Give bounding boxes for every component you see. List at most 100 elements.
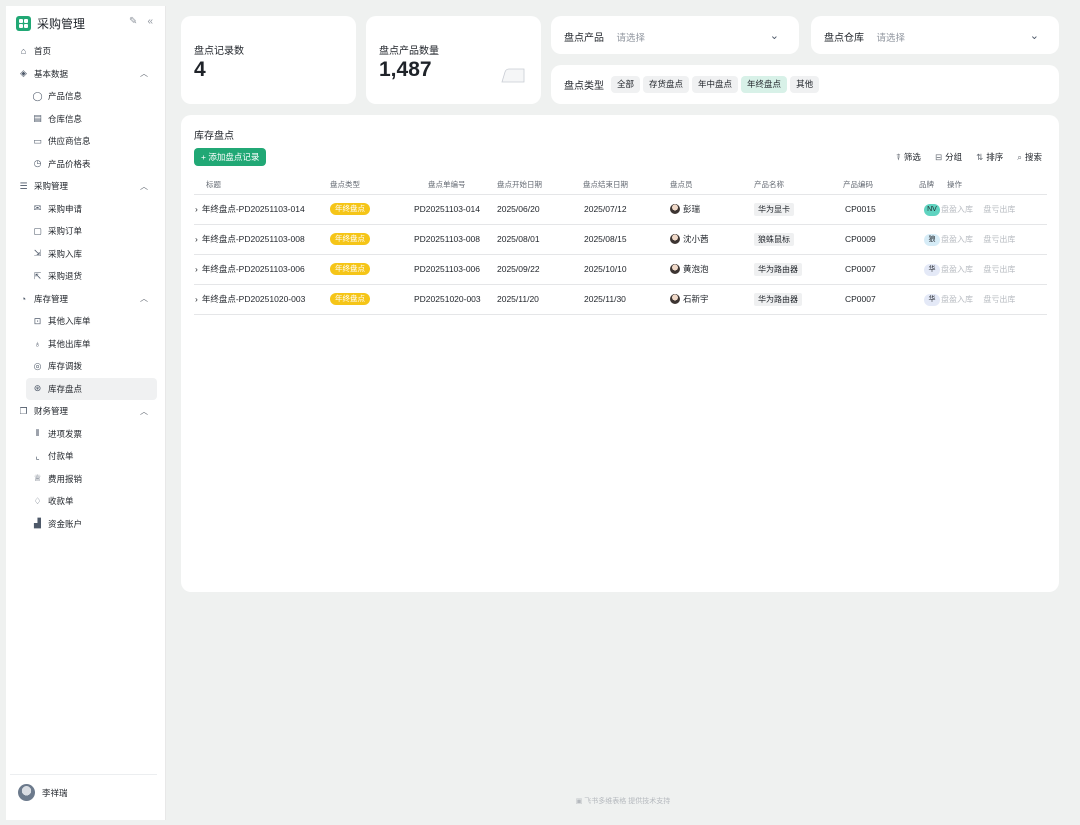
sidebar-group-purchasing[interactable]: ☰ 采购管理 ︿ (6, 175, 166, 198)
column-header[interactable]: 标题 (194, 176, 330, 195)
sidebar-group-basic-data[interactable]: ◈ 基本数据 ︿ (6, 63, 166, 86)
filter-button[interactable]: ⍒ 筛选 (896, 151, 921, 163)
current-user[interactable]: 李祥瑞 (10, 774, 157, 810)
sidebar-item-price-list[interactable]: ◷ 产品价格表 (6, 153, 166, 176)
sidebar-item-suppliers[interactable]: ▭ 供应商信息 (6, 130, 166, 153)
expand-chevron-icon[interactable]: › (195, 204, 198, 214)
column-header[interactable]: 盘点类型 (330, 176, 404, 195)
sidebar-item-input-invoice[interactable]: ⦀ 进项发票 (6, 423, 166, 446)
filter-warehouse[interactable]: 盘点仓库 请选择 ⌄ (811, 16, 1059, 54)
row-end: 2025/11/30 (584, 294, 626, 304)
row-code: PD20251020-003 (414, 294, 481, 304)
stock-out-button[interactable]: 盘亏出库 (983, 295, 1015, 304)
filter-type-row: 盘点类型 全部 存货盘点 年中盘点 年终盘点 其他 (564, 76, 822, 93)
edit-icon[interactable]: ✎ (129, 16, 137, 27)
column-header[interactable]: 产品编码 (841, 176, 919, 195)
stock-out-button[interactable]: 盘亏出库 (983, 235, 1015, 244)
cell-title[interactable]: › 年终盘点-PD20251020-003 (194, 284, 330, 315)
column-header[interactable]: 品牌 (919, 176, 941, 195)
sort-icon: ⇅ (976, 152, 984, 162)
sidebar-item-receipt[interactable]: ♢ 收款单 (6, 490, 166, 513)
collapse-sidebar-icon[interactable]: « (147, 16, 153, 27)
column-header[interactable]: 产品名称 (754, 176, 841, 195)
panel-title: 库存盘点 (194, 131, 234, 142)
column-header[interactable]: 盘点单编号 (404, 176, 495, 195)
cell-code: PD20251020-003 (404, 284, 495, 315)
sidebar-tools: ✎ « (129, 16, 153, 27)
sidebar-item-fund-account[interactable]: ▟ 资金账户 (6, 513, 166, 536)
group-button[interactable]: ⊟ 分组 (935, 151, 962, 163)
table-row[interactable]: › 年终盘点-PD20251103-008 年终盘点 PD20251103-008… (194, 224, 1047, 255)
sidebar-item-purchase-order[interactable]: ▢ 采购订单 (6, 220, 166, 243)
barcode-icon: ⦀ (35, 428, 40, 439)
stock-in-button[interactable]: 盘盈入库 (941, 295, 973, 304)
layers-icon: ◈ (20, 68, 27, 79)
footer-text: 飞书多维表格 提供技术支持 (584, 798, 671, 805)
sidebar-item-label: 采购申请 (48, 203, 83, 214)
chevron-down-icon[interactable]: ⌄ (1030, 29, 1039, 42)
type-chip-all[interactable]: 全部 (611, 76, 641, 93)
sidebar-item-purchase-request[interactable]: ✉ 采购申请 (6, 198, 166, 221)
row-end: 2025/07/12 (584, 204, 627, 214)
cell-title[interactable]: › 年终盘点-PD20251103-008 (194, 224, 330, 255)
sidebar-item-payment[interactable]: ⌞ 付款单 (6, 445, 166, 468)
expand-chevron-icon[interactable]: › (195, 294, 198, 304)
type-chip-stock[interactable]: 存货盘点 (643, 76, 690, 93)
cell-code: PD20251103-006 (404, 254, 495, 285)
sidebar-item-other-outbound[interactable]: ♁ 其他出库单 (6, 333, 166, 356)
type-chip-other[interactable]: 其他 (790, 76, 820, 93)
cell-product-code: CP0007 (841, 284, 919, 315)
row-auditor: 黄泡泡 (683, 263, 709, 274)
sidebar-item-transfer[interactable]: ◎ 库存调拨 (6, 355, 166, 378)
stock-out-button[interactable]: 盘亏出库 (983, 205, 1015, 214)
table-row[interactable]: › 年终盘点-PD20251103-014 年终盘点 PD20251103-014… (194, 194, 1047, 225)
search-button[interactable]: ⌕ 搜索 (1017, 151, 1042, 163)
sidebar-item-warehouses[interactable]: ▤ 仓库信息 (6, 108, 166, 131)
expand-chevron-icon[interactable]: › (195, 234, 198, 244)
expand-chevron-icon[interactable]: › (195, 264, 198, 274)
stock-in-button[interactable]: 盘盈入库 (941, 205, 973, 214)
sidebar-item-purchase-return[interactable]: ⇱ 采购退货 (6, 265, 166, 288)
table-row[interactable]: › 年终盘点-PD20251103-006 年终盘点 PD20251103-006… (194, 254, 1047, 285)
row-product-code: CP0007 (845, 264, 876, 274)
sidebar-item-products[interactable]: ◯ 产品信息 (6, 85, 166, 108)
sidebar-item-purchase-inbound[interactable]: ⇲ 采购入库 (6, 243, 166, 266)
filter-icon: ⍒ (895, 152, 901, 162)
copy-icon: ❐ (19, 405, 28, 416)
table-row[interactable]: › 年终盘点-PD20251020-003 年终盘点 PD20251020-003… (194, 284, 1047, 315)
sidebar-item-inventory-check[interactable]: ⊛ 库存盘点 (26, 377, 157, 400)
column-header[interactable]: 盘点员 (670, 176, 754, 195)
cell-auditor: 黄泡泡 (670, 254, 754, 285)
type-chip-midyear[interactable]: 年中盘点 (692, 76, 739, 93)
cell-title[interactable]: › 年终盘点-PD20251103-014 (194, 194, 330, 225)
sort-button[interactable]: ⇅ 排序 (976, 151, 1003, 163)
cell-product: 华为路由器 (754, 254, 841, 285)
sidebar-item-home[interactable]: ⌂ 首页 (6, 40, 166, 63)
type-chip-yearend[interactable]: 年终盘点 (741, 76, 788, 93)
stat-quantity-value: 1,487 (379, 58, 432, 81)
filter-product[interactable]: 盘点产品 请选择 ⌄ (551, 16, 799, 54)
sidebar-item-label: 资金账户 (48, 518, 83, 529)
globe-icon: ◯ (32, 90, 43, 101)
chevron-down-icon[interactable]: ⌄ (770, 29, 779, 42)
product-tag: 华为路由器 (754, 262, 802, 276)
cell-title[interactable]: › 年终盘点-PD20251103-006 (194, 254, 330, 285)
stock-in-icon: ⊡ (33, 315, 42, 326)
column-header[interactable]: 盘点开始日期 (495, 176, 581, 195)
column-header[interactable]: 盘点结束日期 (581, 176, 670, 195)
sidebar-item-other-inbound[interactable]: ⊡ 其他入库单 (6, 310, 166, 333)
person: 黄泡泡 (670, 263, 709, 275)
sidebar-group-finance[interactable]: ❐ 财务管理 ︿ (6, 400, 166, 423)
stock-out-button[interactable]: 盘亏出库 (983, 265, 1015, 274)
person: 沈小茜 (670, 233, 709, 245)
row-code: PD20251103-008 (414, 234, 481, 244)
add-record-button[interactable]: + 添加盘点记录 (194, 148, 267, 166)
sidebar-item-expense[interactable]: ♕ 费用报销 (6, 468, 166, 491)
stock-in-button[interactable]: 盘盈入库 (941, 235, 973, 244)
stock-in-button[interactable]: 盘盈入库 (941, 265, 973, 274)
sidebar-group-inventory[interactable]: ◔ 库存管理 ︿ (6, 288, 166, 311)
table-toolbar: ⍒ 筛选 ⊟ 分组 ⇅ 排序 ⌕ 搜索 (896, 151, 1042, 163)
column-header[interactable]: 操作 (941, 176, 1047, 195)
sidebar-item-label: 其他入库单 (48, 316, 91, 327)
app-brand: 采购管理 (16, 15, 85, 32)
